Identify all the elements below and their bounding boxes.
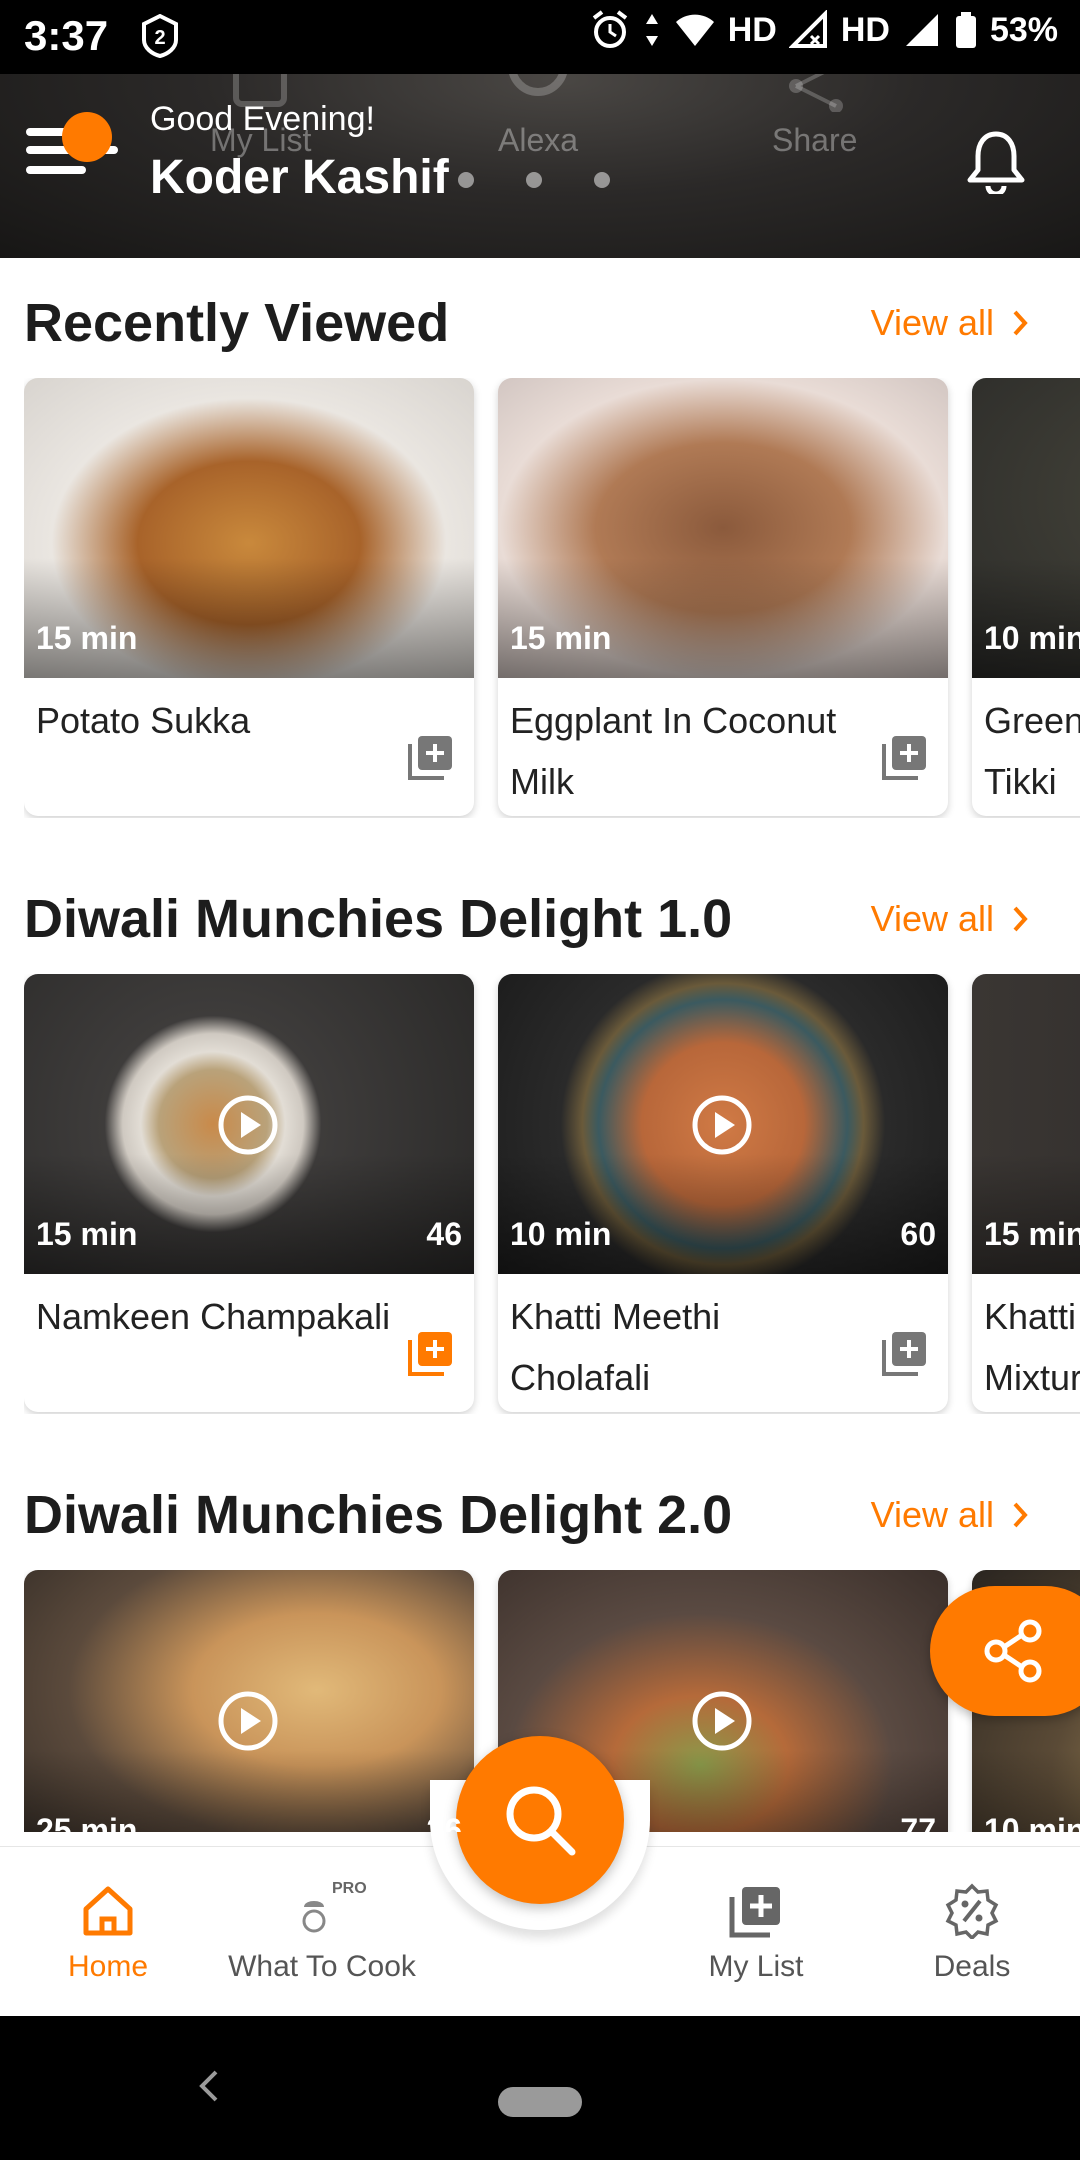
discount-icon xyxy=(945,1883,999,1939)
add-to-list-icon[interactable] xyxy=(880,1328,930,1378)
recipe-name[interactable]: Potato Sukka xyxy=(36,690,396,751)
section-title: Diwali Munchies Delight 2.0 xyxy=(24,1485,733,1545)
greeting-text: Good Evening! xyxy=(150,100,375,138)
recipe-card[interactable]: 15 min Khatti Mixture xyxy=(972,974,1080,1412)
recipe-name[interactable]: Green Tikki xyxy=(984,690,1080,812)
view-all-button[interactable]: View all xyxy=(871,302,1028,344)
recipe-card[interactable]: 15 min Eggplant In Coconut Milk xyxy=(498,378,948,816)
user-name: Koder Kashif xyxy=(150,151,449,204)
play-icon[interactable] xyxy=(691,1094,753,1156)
status-time: 3:37 xyxy=(24,12,109,59)
recipe-time: 15 min xyxy=(510,620,612,656)
add-to-list-icon-active[interactable] xyxy=(406,1328,456,1378)
carousel-dots[interactable] xyxy=(458,172,610,188)
wifi-icon xyxy=(675,14,714,46)
menu-notification-dot xyxy=(62,112,112,162)
nav-home[interactable]: Home xyxy=(8,1880,208,1984)
alarm-icon xyxy=(592,10,627,48)
recipe-count: 60 xyxy=(900,1216,936,1252)
network-hd-2: HD xyxy=(840,10,890,49)
recipe-time: 15 min xyxy=(984,1216,1080,1252)
nav-label: My List xyxy=(708,1950,804,1983)
recipe-count: 77 xyxy=(900,1812,936,1832)
nav-label: Deals xyxy=(933,1950,1011,1983)
chevron-right-icon xyxy=(1013,310,1028,336)
chevron-right-icon xyxy=(1013,1502,1028,1528)
section-title: Recently Viewed xyxy=(24,293,450,353)
share-button[interactable] xyxy=(930,1586,1080,1716)
recipe-time: 10 min xyxy=(984,1812,1080,1832)
system-nav-bar xyxy=(0,2016,1080,2160)
view-all-button[interactable]: View all xyxy=(871,898,1028,940)
nav-what-to-cook[interactable]: PRO What To Cook xyxy=(222,1880,422,1984)
recipe-card[interactable]: 25 min 26 xyxy=(24,1570,474,1832)
section-diwali-1: Diwali Munchies Delight 1.0 View all 15 … xyxy=(0,888,1080,1428)
recipe-count: 46 xyxy=(426,1216,462,1252)
recipe-name[interactable]: Namkeen Champakali xyxy=(36,1286,396,1347)
view-all-button[interactable]: View all xyxy=(871,1494,1028,1536)
status-bar: 3:37 2 HD HD 53% xyxy=(0,0,1080,74)
section-recently-viewed: Recently Viewed View all 15 min Potato S… xyxy=(0,292,1080,832)
battery-percent: 53% xyxy=(989,10,1058,49)
status-badge-icon: 2 xyxy=(142,14,178,58)
recipe-time: 15 min xyxy=(36,620,138,656)
menu-icon-bar xyxy=(26,166,86,174)
home-icon xyxy=(83,1886,133,1936)
share-icon xyxy=(984,1619,1042,1683)
recipe-card[interactable]: 15 min Potato Sukka xyxy=(24,378,474,816)
view-all-label: View all xyxy=(870,1494,994,1535)
battery-icon xyxy=(955,12,976,48)
add-to-list-icon[interactable] xyxy=(880,732,930,782)
chevron-right-icon xyxy=(1013,906,1028,932)
recipe-time: 10 min xyxy=(984,620,1080,656)
search-icon xyxy=(506,1786,576,1856)
play-icon[interactable] xyxy=(217,1690,279,1752)
section-title: Diwali Munchies Delight 1.0 xyxy=(24,889,733,949)
view-all-label: View all xyxy=(870,302,994,343)
home-pill[interactable] xyxy=(498,2087,582,2117)
menu-button[interactable] xyxy=(26,112,122,192)
signal-icon-2 xyxy=(905,14,938,46)
signal-icon-1 xyxy=(788,10,827,48)
add-to-list-icon[interactable] xyxy=(406,732,456,782)
search-button[interactable] xyxy=(456,1736,624,1904)
status-right: HD HD 53% xyxy=(590,10,1058,50)
recipe-card[interactable]: 10 min 60 Khatti Meethi Cholafali xyxy=(498,974,948,1412)
network-hd-1: HD xyxy=(727,10,777,49)
add-to-list-icon xyxy=(729,1887,780,1938)
nav-label: What To Cook xyxy=(228,1950,416,1983)
recipe-name[interactable]: Khatti Mixture xyxy=(984,1286,1080,1408)
data-arrows-icon xyxy=(645,14,658,46)
bg-menu-share: Share xyxy=(772,122,858,158)
nav-deals[interactable]: Deals xyxy=(872,1880,1072,1984)
card-row: 15 min 46 Namkeen Champakali 10 min 60 K… xyxy=(24,974,1080,1414)
pro-badge: PRO xyxy=(332,1880,367,1897)
bg-menu-alexa: Alexa xyxy=(498,122,579,158)
recipe-time: 10 min xyxy=(510,1216,612,1252)
back-icon[interactable] xyxy=(196,2068,220,2104)
play-icon[interactable] xyxy=(217,1094,279,1156)
recipe-card[interactable]: 10 min Green Tikki xyxy=(972,378,1080,816)
nav-my-list[interactable]: My List xyxy=(656,1880,856,1984)
recipe-name[interactable]: Eggplant In Coconut Milk xyxy=(510,690,870,812)
recipe-count: 26 xyxy=(426,1812,462,1832)
header: My List Alexa Share 3:37 2 HD HD 53% Goo… xyxy=(0,0,1080,258)
card-row: 15 min Potato Sukka 15 min Eggplant In C… xyxy=(24,378,1080,818)
bell-icon[interactable] xyxy=(964,128,1028,194)
recipe-time: 15 min xyxy=(36,1216,138,1252)
nav-label: Home xyxy=(67,1950,149,1983)
status-badge-num: 2 xyxy=(154,27,165,49)
recipe-time: 25 min xyxy=(36,1812,138,1832)
play-icon[interactable] xyxy=(691,1690,753,1752)
recipe-name[interactable]: Khatti Meethi Cholafali xyxy=(510,1286,870,1408)
recipe-card[interactable]: 15 min 46 Namkeen Champakali xyxy=(24,974,474,1412)
view-all-label: View all xyxy=(870,898,994,939)
